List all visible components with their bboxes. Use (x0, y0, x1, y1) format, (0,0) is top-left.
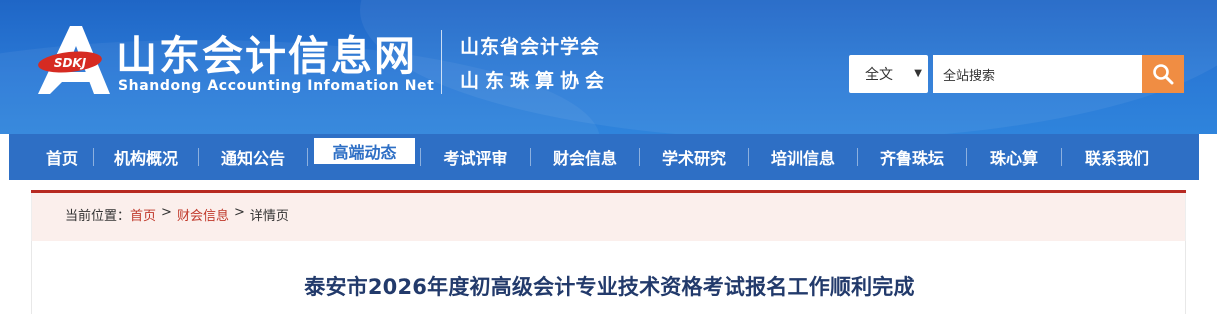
nav-item-training[interactable]: 培训信息 (749, 134, 857, 180)
breadcrumb-prefix: 当前位置： (65, 209, 131, 224)
search-placeholder: 全站搜索 (943, 68, 996, 84)
breadcrumb-bar: 当前位置： 首页 > 财会信息 > 详情页 (31, 193, 1186, 241)
site-name-english: Shandong Accounting Infomation Net (118, 78, 435, 94)
site-logo[interactable]: SDKJ (36, 24, 114, 96)
nav-item-research[interactable]: 学术研究 (640, 134, 748, 180)
nav-item-finance[interactable]: 财会信息 (531, 134, 639, 180)
article-container: 泰安市2026年度初高级会计专业技术资格考试报名工作顺利完成 (31, 241, 1186, 314)
logo-badge-text: SDKJ (54, 56, 87, 70)
nav-item-exams[interactable]: 考试评审 (421, 134, 530, 180)
site-header: SDKJ 山东会计信息网 Shandong Accounting Infomat… (0, 0, 1217, 134)
nav-item-about[interactable]: 机构概况 (94, 134, 198, 180)
breadcrumb: 当前位置： 首页 > 财会信息 > 详情页 (65, 205, 289, 224)
nav-item-contact[interactable]: 联系我们 (1062, 134, 1172, 180)
site-name[interactable]: 山东会计信息网 (116, 22, 417, 82)
association-name-2: 山东珠算协会 (460, 70, 611, 92)
breadcrumb-separator: > (161, 205, 172, 220)
nav-separator (307, 148, 308, 166)
association-name-1: 山东省会计学会 (460, 36, 601, 58)
search-icon (1153, 64, 1174, 85)
breadcrumb-section-link[interactable]: 财会信息 (177, 205, 229, 224)
main-nav: 首页 机构概况 通知公告 高端动态 考试评审 财会信息 学术研究 培训信息 齐鲁… (9, 134, 1199, 180)
chevron-down-icon: ▼ (914, 68, 922, 79)
article-title: 泰安市2026年度初高级会计专业技术资格考试报名工作顺利完成 (304, 275, 915, 299)
breadcrumb-home-link[interactable]: 首页 (130, 205, 156, 224)
nav-item-notices[interactable]: 通知公告 (199, 134, 307, 180)
breadcrumb-current: 详情页 (249, 209, 289, 224)
search-scope-select[interactable]: 全文 ▼ (849, 55, 928, 93)
search-button[interactable] (1142, 55, 1184, 93)
breadcrumb-separator: > (233, 205, 245, 220)
nav-item-mental-abacus[interactable]: 珠心算 (967, 134, 1061, 180)
header-divider (441, 30, 442, 94)
search-input[interactable]: 全站搜索 (933, 55, 1143, 93)
search-scope-value: 全文 (865, 67, 893, 83)
nav-item-home[interactable]: 首页 (9, 134, 93, 180)
nav-item-forum[interactable]: 齐鲁珠坛 (858, 134, 966, 180)
nav-item-news[interactable]: 高端动态 (314, 138, 415, 164)
